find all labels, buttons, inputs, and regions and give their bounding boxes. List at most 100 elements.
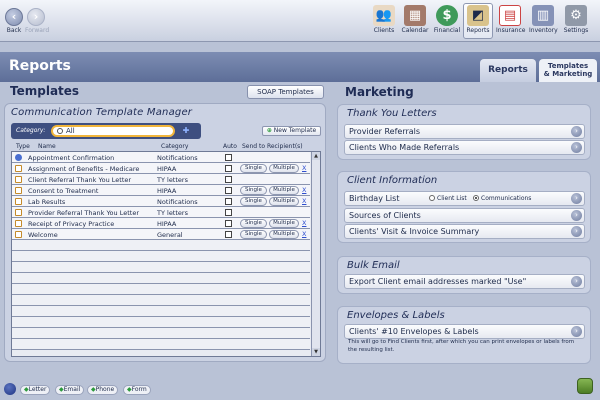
delete-template-link[interactable]: X [302,230,306,238]
template-category: TY letters [157,209,188,217]
soap-templates-button[interactable]: SOAP Templates [247,85,324,99]
table-row[interactable]: Appointment Confirmation Notifications [12,152,310,163]
letter-type-icon [15,220,22,227]
forward-arrow-icon: › [27,8,45,26]
letter-type-icon [15,209,22,216]
template-name: Appointment Confirmation [28,154,115,162]
go-arrow-icon: › [571,142,582,153]
col-type[interactable]: Type [16,143,30,150]
template-category: TY letters [157,176,188,184]
email-type-icon [15,154,22,161]
tab-templates-marketing[interactable]: Templates & Marketing [539,59,597,82]
template-name: Lab Results [28,198,66,206]
auto-checkbox[interactable] [225,231,232,238]
scroll-up-icon[interactable]: ▲ [312,152,320,160]
template-name: Welcome [28,231,58,239]
send-multiple-button[interactable]: Multiple [269,219,299,228]
empty-table-row [12,295,310,306]
table-row[interactable]: Provider Referral Thank You Letter TY let… [12,207,310,218]
send-multiple-button[interactable]: Multiple [269,197,299,206]
templates-heading: Templates [10,84,80,98]
auto-checkbox[interactable] [225,176,232,183]
help-icon[interactable] [4,383,16,395]
auto-checkbox[interactable] [225,209,232,216]
table-row[interactable]: Welcome General Single Multiple X [12,229,310,240]
client-information-title: Client Information [347,175,438,186]
category-select[interactable]: All [51,125,175,137]
letter-type-icon [15,187,22,194]
radio-communications[interactable]: Communications [473,192,531,205]
back-button[interactable]: ‹ Back [3,8,25,34]
send-single-button[interactable]: Single [240,164,267,173]
auto-checkbox[interactable] [225,165,232,172]
insurance-icon: ▤ [499,5,521,26]
send-multiple-button[interactable]: Multiple [269,186,299,195]
legend-phone: ◆Phone [87,385,119,395]
send-single-button[interactable]: Single [240,186,267,195]
financial-icon: $ [436,5,458,26]
sources-of-clients-item[interactable]: Sources of Clients › [344,208,585,223]
inventory-button[interactable]: ▥ Inventory [528,3,558,39]
birthday-list-item[interactable]: Birthday List Client List Communications… [344,191,585,206]
empty-table-row [12,284,310,295]
empty-table-row [12,306,310,317]
calendar-icon: ▦ [404,5,426,26]
template-name: Receipt of Privacy Practice [28,220,115,228]
clients-icon: 👥 [373,5,395,26]
go-arrow-icon: › [571,276,582,287]
table-row[interactable]: Consent to Treatment HIPAA Single Multiple X [12,185,310,196]
export-email-item[interactable]: Export Client email addresses marked "Us… [344,274,585,289]
delete-template-link[interactable]: X [302,197,306,205]
clients-who-made-referrals-item[interactable]: Clients Who Made Referrals › [344,140,585,155]
bulk-email-title: Bulk Email [347,260,400,271]
template-category: HIPAA [157,165,177,173]
envelopes-labels-title: Envelopes & Labels [347,310,445,321]
financial-button[interactable]: $ Financial [432,3,462,39]
add-category-icon[interactable]: ✚ [181,126,191,136]
go-arrow-icon: › [571,326,582,337]
auto-checkbox[interactable] [225,220,232,227]
col-name[interactable]: Name [38,143,56,150]
reports-icon: ◩ [467,5,489,26]
calendar-button[interactable]: ▦ Calendar [400,3,430,39]
send-single-button[interactable]: Single [240,230,267,239]
send-single-button[interactable]: Single [240,219,267,228]
clients-button[interactable]: 👥 Clients [369,3,399,39]
empty-table-row [12,317,310,328]
delete-template-link[interactable]: X [302,164,306,172]
auto-checkbox[interactable] [225,198,232,205]
radio-client-list[interactable]: Client List [429,192,467,205]
col-category[interactable]: Category [161,143,188,150]
visit-invoice-summary-item[interactable]: Clients' Visit & Invoice Summary › [344,224,585,239]
table-row[interactable]: Client Referral Thank You Letter TY lette… [12,174,310,185]
table-row[interactable]: Assignment of Benefits - Medicare HIPAA Si… [12,163,310,174]
delete-template-link[interactable]: X [302,219,306,227]
letter-type-icon [15,165,22,172]
settings-button[interactable]: ⚙ Settings [561,3,591,39]
send-multiple-button[interactable]: Multiple [269,230,299,239]
scroll-down-icon[interactable]: ▼ [312,348,320,356]
table-row[interactable]: Receipt of Privacy Practice HIPAA Single Mu… [12,218,310,229]
letter-type-icon [15,231,22,238]
send-single-button[interactable]: Single [240,197,267,206]
letter-type-icon [15,176,22,183]
envelopes-labels-item[interactable]: Clients' #10 Envelopes & Labels › [344,324,585,339]
new-template-button[interactable]: ⊕ New Template [262,126,321,136]
communication-template-manager: Communication Template Manager Category:… [4,103,326,362]
assistant-icon[interactable] [577,378,593,394]
table-scrollbar[interactable]: ▲ ▼ [311,152,320,356]
forward-button[interactable]: › Forward [25,8,49,34]
auto-checkbox[interactable] [225,187,232,194]
template-table: Welcome General Single Multiple X Receipt of … [11,151,321,357]
auto-checkbox[interactable] [225,154,232,161]
insurance-button[interactable]: ▤ Insurance [495,3,525,39]
col-auto[interactable]: Auto [223,143,237,150]
provider-referrals-item[interactable]: Provider Referrals › [344,124,585,139]
delete-template-link[interactable]: X [302,186,306,194]
tab-reports[interactable]: Reports [480,59,536,82]
reports-button[interactable]: ◩ Reports [463,3,493,39]
search-icon [57,128,63,134]
send-multiple-button[interactable]: Multiple [269,164,299,173]
table-row[interactable]: Lab Results Notifications Single Multiple X [12,196,310,207]
marketing-heading: Marketing [345,85,414,99]
